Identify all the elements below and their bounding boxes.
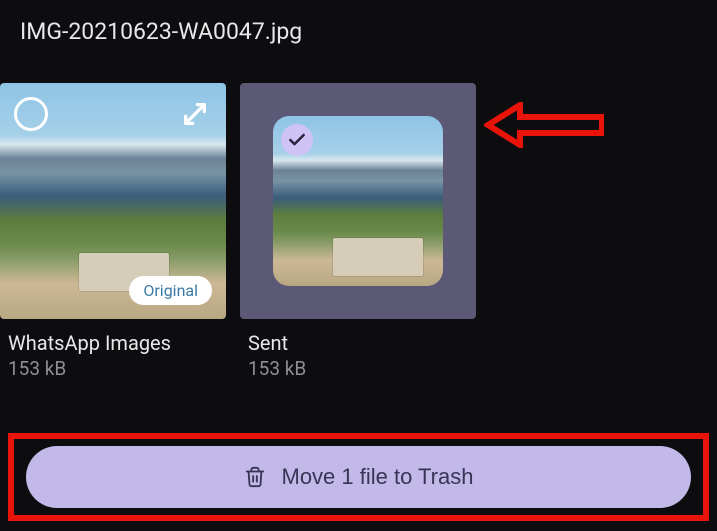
bottom-bar-highlight: Move 1 file to Trash (8, 433, 709, 521)
page-title: IMG-20210623-WA0047.jpg (20, 18, 697, 45)
thumb-title: Sent (248, 331, 466, 355)
select-circle-icon[interactable] (14, 97, 48, 131)
thumb-size: 153 kB (8, 357, 226, 380)
move-to-trash-button[interactable]: Move 1 file to Trash (26, 446, 691, 508)
arrow-annotation (484, 102, 604, 152)
thumb-label: WhatsApp Images 153 kB (0, 331, 226, 380)
thumb-image-sent[interactable] (240, 83, 476, 319)
check-badge[interactable] (281, 124, 313, 156)
thumb-card-whatsapp: Original WhatsApp Images 153 kB (0, 83, 226, 380)
thumb-label: Sent 153 kB (240, 331, 466, 380)
thumb-title: WhatsApp Images (8, 331, 226, 355)
thumb-card-sent: Sent 153 kB (240, 83, 466, 380)
thumb-size: 153 kB (248, 357, 466, 380)
thumbnail-row: Original WhatsApp Images 153 kB Sent 153… (0, 63, 717, 380)
expand-icon[interactable] (178, 97, 212, 131)
check-icon (287, 130, 307, 150)
trash-button-label: Move 1 file to Trash (282, 464, 474, 490)
original-badge: Original (129, 276, 212, 305)
thumb-image-whatsapp[interactable]: Original (0, 83, 226, 319)
header: IMG-20210623-WA0047.jpg (0, 0, 717, 63)
trash-icon (244, 466, 266, 488)
